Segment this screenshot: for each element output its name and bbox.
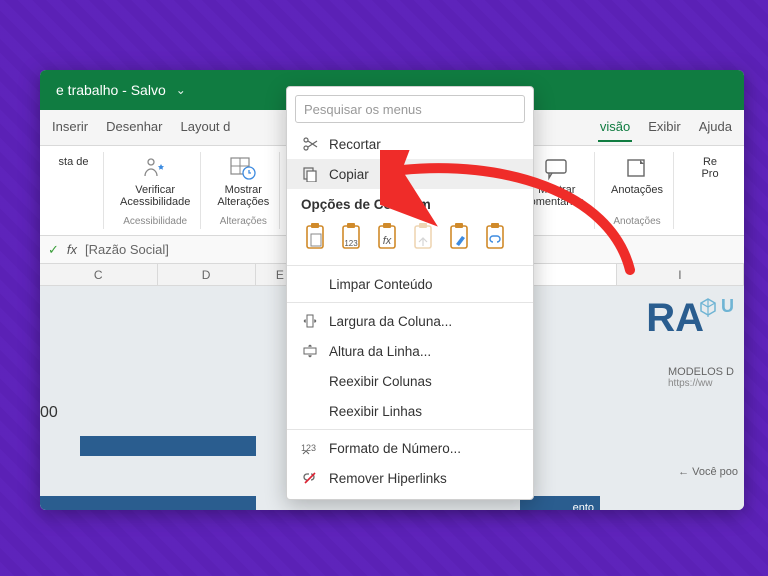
person-star-icon [140,156,170,182]
menu-item-unhide-rows-label: Reexibir Linhas [329,404,422,419]
notes-button[interactable]: Anotações [609,154,665,198]
menu-item-unhide-columns-label: Reexibir Colunas [329,374,432,389]
paste-options-row: 123 fx [287,216,533,262]
menu-separator-2 [287,302,533,303]
blank-icon [301,402,319,420]
paste-formatting-button[interactable] [445,220,475,254]
sheet-heading-right: RA [646,296,704,341]
logo-right-text: U [721,296,734,317]
menu-item-unhide-columns[interactable]: Reexibir Colunas [287,366,533,396]
scissors-icon [301,135,319,153]
show-changes-button[interactable]: Mostrar Alterações [215,154,271,210]
context-menu: Pesquisar os menus Recortar Copiar Opçõe… [286,86,534,500]
group-label-acessibilidade: Acessibilidade [110,216,200,227]
modelos-line1: MODELOS D [668,366,734,378]
column-width-icon [301,312,319,330]
tab-revisao[interactable]: visão [598,113,632,142]
paste-link-button[interactable] [481,220,511,254]
show-comments-label: Mostrar omentários [530,184,584,208]
comment-icon [542,156,572,182]
voce-poo-text: ← Você poo [678,466,738,478]
sheet-heading-left: ] [40,300,42,342]
ribbon-group-sta: sta de [44,152,104,229]
menu-separator-1 [287,265,533,266]
tab-desenhar[interactable]: Desenhar [104,113,164,142]
document-title: e trabalho - Salvo [56,82,166,98]
number-format-icon: 123 [301,439,319,457]
paste-formulas-button[interactable]: fx [373,220,403,254]
menu-item-number-format-label: Formato de Número... [329,441,461,456]
show-changes-label: Mostrar Alterações [217,184,269,208]
menu-search-box[interactable]: Pesquisar os menus [295,95,525,123]
menu-item-copy-label: Copiar [329,167,369,182]
blank-icon [301,275,319,293]
group-label-anotacoes: Anotações [601,216,673,227]
menu-item-cut-label: Recortar [329,137,381,152]
logo-right: U [698,296,734,317]
tab-ajuda[interactable]: Ajuda [697,113,734,142]
col-header-i[interactable]: I [617,264,744,285]
check-accessibility-button[interactable]: Verificar Acessibilidade [118,154,192,210]
menu-item-clear-label: Limpar Conteúdo [329,277,433,292]
menu-item-copy[interactable]: Copiar [287,159,533,189]
remove-link-icon [301,469,319,487]
svg-text:123: 123 [301,443,316,453]
chevron-down-icon[interactable]: ⌄ [176,83,186,97]
menu-item-column-width[interactable]: Largura da Coluna... [287,306,533,336]
menu-item-remove-hyperlinks-label: Remover Hiperlinks [329,471,447,486]
menu-item-row-height-label: Altura da Linha... [329,344,431,359]
menu-item-cut[interactable]: Recortar [287,129,533,159]
paste-values-button[interactable]: 123 [337,220,367,254]
paste-default-button[interactable] [301,220,331,254]
formula-value[interactable]: [Razão Social] [85,242,169,257]
sheet-bar-1 [80,436,256,456]
menu-item-unhide-rows[interactable]: Reexibir Linhas [287,396,533,426]
show-comments-button[interactable]: Mostrar omentários [528,154,586,210]
menu-item-clear[interactable]: Limpar Conteúdo [287,269,533,299]
sheet-bar-2 [40,496,256,510]
check-accessibility-label: Verificar Acessibilidade [120,184,190,208]
group-label-alteracoes: Alterações [207,216,279,227]
ribbon-btn-sta[interactable]: sta de [57,154,91,170]
cube-icon [698,297,718,317]
menu-item-row-height[interactable]: Altura da Linha... [287,336,533,366]
note-icon [622,156,652,182]
blank-icon [301,372,319,390]
menu-item-number-format[interactable]: 123 Formato de Número... [287,433,533,463]
ribbon-btn-ret[interactable]: Re Pro [699,154,720,182]
tab-exibir[interactable]: Exibir [646,113,683,142]
ribbon-group-alteracoes: Mostrar Alterações Alterações [207,152,280,229]
formula-accept-icon[interactable]: ✓ [48,242,59,258]
notes-label: Anotações [611,184,663,196]
ribbon-group-acessibilidade: Verificar Acessibilidade Acessibilidade [110,152,201,229]
sheet-text-00: 00 [40,404,58,422]
tab-layout[interactable]: Layout d [179,113,233,142]
sheet-box-ento-label: ento [573,502,594,510]
paste-options-header: Opções de Colagem [287,189,533,216]
grid-clock-icon [228,156,258,182]
tab-inserir[interactable]: Inserir [50,113,90,142]
modelos-text: MODELOS D https://ww [668,366,734,389]
ribbon-group-anotacoes: Anotações Anotações [601,152,674,229]
ribbon-group-ret: Re Pro [680,152,740,229]
col-header-d[interactable]: D [158,264,256,285]
ribbon-btn-ret-label: Re Pro [701,156,718,180]
menu-item-remove-hyperlinks[interactable]: Remover Hiperlinks [287,463,533,493]
menu-separator-3 [287,429,533,430]
ribbon-btn-sta-label: sta de [59,156,89,168]
modelos-line2: https://ww [668,378,734,389]
col-header-c[interactable]: C [40,264,158,285]
menu-search-placeholder: Pesquisar os menus [304,102,422,117]
row-height-icon [301,342,319,360]
copy-icon [301,165,319,183]
fx-icon[interactable]: fx [67,242,77,257]
svg-text:fx: fx [383,235,392,247]
svg-text:123: 123 [344,239,358,248]
menu-item-column-width-label: Largura da Coluna... [329,314,452,329]
paste-transpose-button[interactable] [409,220,439,254]
